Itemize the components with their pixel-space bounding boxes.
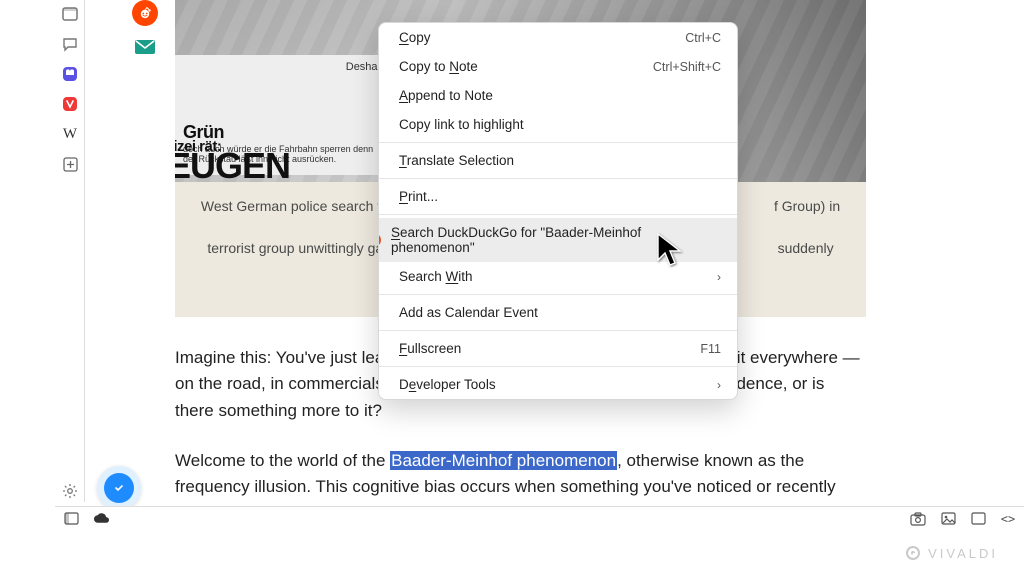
ctx-copy-link-highlight[interactable]: Copy link to highlight — [379, 110, 737, 139]
reddit-icon[interactable] — [132, 0, 158, 26]
capture-icon[interactable] — [910, 511, 926, 527]
menu-separator — [379, 366, 737, 367]
ctx-copy[interactable]: Copy Ctrl+C — [379, 23, 737, 52]
shortcut-label: Ctrl+C — [685, 31, 721, 45]
poster-graphic: Deshal Grün doch auch würde er die Fahrb… — [175, 55, 390, 175]
panel-toggle-icon[interactable] — [63, 511, 79, 527]
ctx-translate[interactable]: Translate Selection — [379, 146, 737, 175]
ctx-add-calendar[interactable]: Add as Calendar Event — [379, 298, 737, 327]
ctx-developer-tools[interactable]: Developer Tools › — [379, 370, 737, 399]
context-menu: Copy Ctrl+C Copy to Note Ctrl+Shift+C Ap… — [378, 22, 738, 400]
wikipedia-panel-icon[interactable]: W — [55, 120, 85, 148]
vivaldi-panel-icon[interactable] — [55, 90, 85, 118]
menu-separator — [379, 330, 737, 331]
add-panel-icon[interactable] — [55, 150, 85, 178]
watermark-text: VIVALDI — [928, 546, 998, 561]
menu-separator — [379, 294, 737, 295]
ctx-copy-to-note[interactable]: Copy to Note Ctrl+Shift+C — [379, 52, 737, 81]
ctx-search-duckduckgo[interactable]: Search DuckDuckGo for "Baader-Meinhof ph… — [379, 218, 737, 262]
chat-panel-icon[interactable] — [55, 30, 85, 58]
pinned-icons — [132, 0, 162, 68]
sync-cloud-icon[interactable] — [93, 511, 109, 527]
chevron-right-icon: › — [717, 378, 721, 392]
shield-check-icon — [104, 473, 134, 503]
shortcut-label: F11 — [700, 342, 721, 356]
ctx-print[interactable]: Print... — [379, 182, 737, 211]
privacy-shield-badge[interactable] — [97, 466, 141, 510]
ctx-fullscreen[interactable]: Fullscreen F11 — [379, 334, 737, 363]
image-icon[interactable] — [940, 511, 956, 527]
video-panel-icon[interactable] — [55, 0, 85, 28]
code-icon[interactable]: <> — [1000, 511, 1016, 527]
settings-gear-icon[interactable] — [62, 483, 78, 504]
menu-separator — [379, 178, 737, 179]
mail-icon[interactable] — [132, 34, 158, 60]
menu-separator — [379, 142, 737, 143]
duckduckgo-icon — [378, 233, 381, 247]
tiling-icon[interactable] — [970, 511, 986, 527]
ctx-search-with[interactable]: Search With › — [379, 262, 737, 291]
poster-eugen: EUGEN — [175, 145, 290, 182]
vivaldi-watermark: VIVALDI — [0, 530, 1024, 576]
selected-text[interactable]: Baader-Meinhof phenomenon — [390, 451, 617, 470]
vivaldi-logo-icon — [906, 546, 920, 560]
mastodon-panel-icon[interactable] — [55, 60, 85, 88]
ctx-append-to-note[interactable]: Append to Note — [379, 81, 737, 110]
chevron-right-icon: › — [717, 270, 721, 284]
poster-hint: Deshal — [346, 61, 380, 73]
web-panel-strip: W — [55, 0, 85, 502]
menu-separator — [379, 214, 737, 215]
shortcut-label: Ctrl+Shift+C — [653, 60, 721, 74]
status-bar: <> — [55, 506, 1024, 530]
